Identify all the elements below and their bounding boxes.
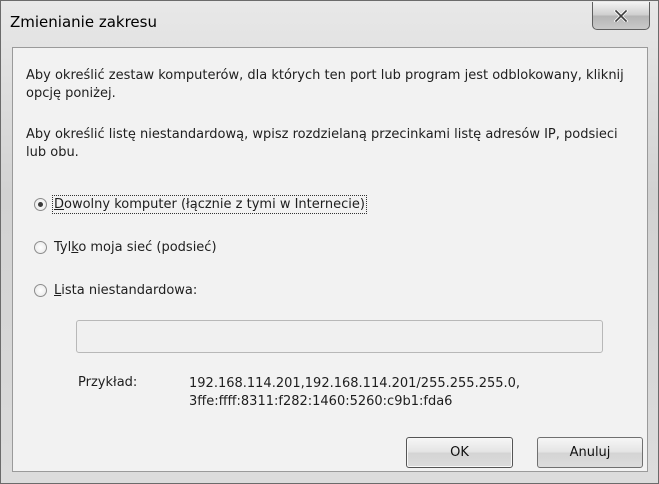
radio-button[interactable] <box>34 283 47 297</box>
custom-list-input[interactable] <box>76 320 603 353</box>
example-label: Przykład: <box>78 375 138 390</box>
title-bar[interactable]: Zmienianie zakresu <box>1 1 658 47</box>
dialog-window: Zmienianie zakresu Aby określić zestaw k… <box>0 0 659 484</box>
cancel-button[interactable]: Anuluj <box>537 437 643 468</box>
radio-my-network[interactable]: Tylko moja sieć (podsieć) <box>34 237 217 257</box>
radio-any-computer-label[interactable]: Dowolny komputer (łącznie z tymi w Inter… <box>52 194 367 214</box>
radio-button[interactable] <box>34 240 47 254</box>
intro-text: Aby określić zestaw komputerów, dla któr… <box>26 68 624 101</box>
ok-button[interactable]: OK <box>406 437 513 468</box>
radio-my-network-label[interactable]: Tylko moja sieć (podsieć) <box>54 240 217 255</box>
example-value: 192.168.114.201,192.168.114.201/255.255.… <box>189 376 521 409</box>
dialog-title: Zmienianie zakresu <box>10 13 157 31</box>
close-button[interactable] <box>592 2 650 30</box>
custom-list-hint: Aby określić listę niestandardową, wpisz… <box>26 127 618 160</box>
radio-custom-list-label[interactable]: Lista niestandardowa: <box>54 283 197 298</box>
dialog-body: Aby określić zestaw komputerów, dla któr… <box>12 47 648 472</box>
radio-custom-list[interactable]: Lista niestandardowa: <box>34 280 197 300</box>
radio-button-checked[interactable] <box>34 197 47 211</box>
radio-any-computer[interactable]: Dowolny komputer (łącznie z tymi w Inter… <box>34 194 367 214</box>
close-x-icon <box>614 9 628 22</box>
